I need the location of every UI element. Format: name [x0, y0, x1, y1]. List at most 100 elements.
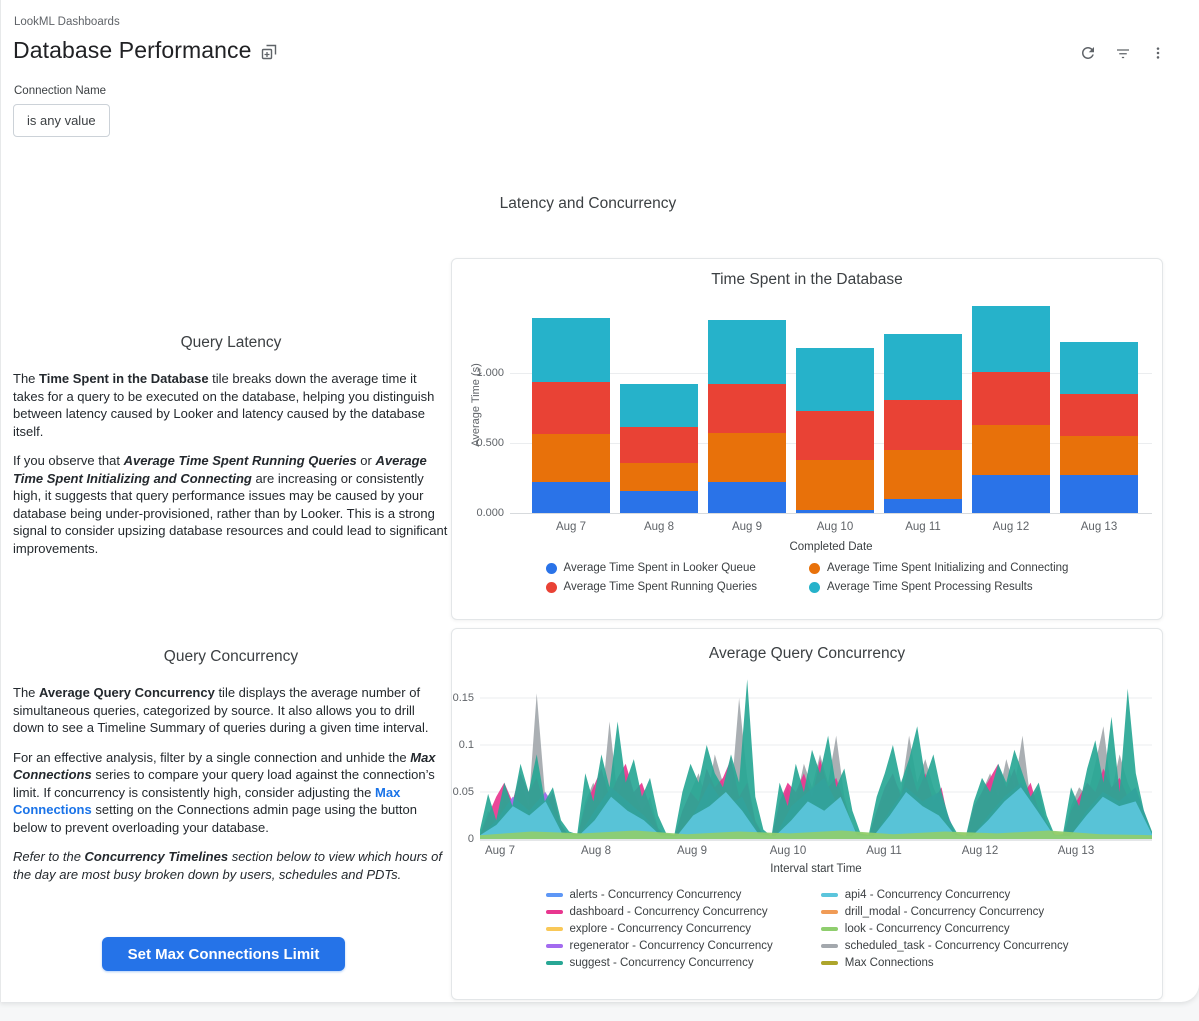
- concurrency-paragraph-3: Refer to the Concurrency Timelines secti…: [13, 848, 449, 883]
- legend-line-icon: [821, 927, 838, 931]
- y-axis-tick: 0.1: [459, 739, 474, 751]
- legend-item-connecting[interactable]: Average Time Spent Initializing and Conn…: [809, 562, 1068, 574]
- breadcrumb[interactable]: LookML Dashboards: [14, 16, 120, 28]
- bar-segment[interactable]: [884, 334, 962, 400]
- legend-line-icon: [821, 893, 838, 897]
- x-axis-tick: Aug 13: [1060, 521, 1138, 533]
- legend-label: Average Time Spent Running Queries: [564, 581, 757, 593]
- x-axis-title: Interval start Time: [480, 863, 1152, 875]
- x-axis-tick: Aug 8: [566, 845, 626, 857]
- bar-aug-9: [708, 320, 786, 513]
- refresh-button[interactable]: [1077, 42, 1099, 64]
- bar-segment[interactable]: [884, 450, 962, 499]
- legend-label: explore - Concurrency Concurrency: [570, 923, 752, 935]
- y-axis-tick: 0.000: [476, 507, 504, 519]
- bar-segment[interactable]: [620, 463, 698, 491]
- bar-segment[interactable]: [708, 433, 786, 482]
- bar-aug-10: [796, 348, 874, 513]
- legend-label: dashboard - Concurrency Concurrency: [570, 906, 768, 918]
- bar-segment[interactable]: [884, 400, 962, 450]
- legend-item-max[interactable]: Max Connections: [821, 957, 1069, 969]
- legend-line-icon: [546, 927, 563, 931]
- x-axis-tick: Aug 10: [796, 521, 874, 533]
- bar-segment[interactable]: [796, 411, 874, 460]
- legend-item-scheduled_task[interactable]: scheduled_task - Concurrency Concurrency: [821, 940, 1069, 952]
- bar-segment[interactable]: [972, 306, 1050, 372]
- page-title: Database Performance: [13, 37, 252, 64]
- latency-paragraph-1: The Time Spent in the Database tile brea…: [13, 370, 449, 440]
- x-axis-tick: Aug 7: [532, 521, 610, 533]
- query-concurrency-heading: Query Concurrency: [13, 648, 449, 666]
- legend-item-alerts[interactable]: alerts - Concurrency Concurrency: [546, 889, 773, 901]
- legend-item-regenerator[interactable]: regenerator - Concurrency Concurrency: [546, 940, 773, 952]
- x-axis-tick: Aug 8: [620, 521, 698, 533]
- bar-segment[interactable]: [1060, 394, 1138, 436]
- legend-label: Max Connections: [845, 957, 934, 969]
- legend-label: api4 - Concurrency Concurrency: [845, 889, 1011, 901]
- concurrency-area-chart[interactable]: [480, 677, 1152, 841]
- connection-name-filter[interactable]: is any value: [13, 104, 110, 137]
- dashboard-page: LookML Dashboards Database Performance: [0, 0, 1199, 1002]
- x-axis-baseline: [510, 513, 1152, 514]
- bar-segment[interactable]: [532, 482, 610, 513]
- legend-label: suggest - Concurrency Concurrency: [570, 957, 754, 969]
- bar-segment[interactable]: [620, 491, 698, 513]
- more-menu-button[interactable]: [1147, 42, 1169, 64]
- bar-segment[interactable]: [796, 510, 874, 513]
- legend-item-queries[interactable]: Average Time Spent Running Queries: [546, 581, 757, 593]
- bar-segment[interactable]: [972, 425, 1050, 475]
- legend-dot-icon: [809, 563, 820, 574]
- legend-item-look[interactable]: look - Concurrency Concurrency: [821, 923, 1069, 935]
- y-axis-tick: 0.05: [453, 786, 474, 798]
- bar-segment[interactable]: [1060, 475, 1138, 513]
- bar-aug-8: [620, 384, 698, 513]
- duplicate-dashboard-icon[interactable]: [260, 43, 278, 61]
- legend-item-api4[interactable]: api4 - Concurrency Concurrency: [821, 889, 1069, 901]
- legend-line-icon: [821, 910, 838, 914]
- filter-toggle-button[interactable]: [1112, 42, 1134, 64]
- legend-line-icon: [821, 944, 838, 948]
- area-chart-legend: alerts - Concurrency Concurrency dashboar…: [452, 889, 1162, 969]
- bar-aug-11: [884, 334, 962, 513]
- filter-icon: [1114, 44, 1132, 62]
- legend-item-queue[interactable]: Average Time Spent in Looker Queue: [546, 562, 757, 574]
- tile-time-spent-in-database: Time Spent in the Database Average Time …: [451, 258, 1163, 620]
- bar-segment[interactable]: [708, 384, 786, 433]
- bar-segment[interactable]: [532, 382, 610, 434]
- bar-segment[interactable]: [620, 384, 698, 427]
- legend-item-dashboard[interactable]: dashboard - Concurrency Concurrency: [546, 906, 773, 918]
- bar-segment[interactable]: [796, 348, 874, 411]
- legend-line-icon: [821, 961, 838, 965]
- legend-label: Average Time Spent Processing Results: [827, 581, 1033, 593]
- x-axis-ticks: Aug 7Aug 8Aug 9Aug 10Aug 11Aug 12Aug 13: [510, 521, 1152, 537]
- query-latency-block: Query Latency The Time Spent in the Data…: [13, 334, 449, 569]
- legend-item-suggest[interactable]: suggest - Concurrency Concurrency: [546, 957, 773, 969]
- concurrency-paragraph-1: The Average Query Concurrency tile displ…: [13, 684, 449, 737]
- set-max-connections-button[interactable]: Set Max Connections Limit: [102, 937, 345, 971]
- bar-segment[interactable]: [532, 434, 610, 482]
- bar-segment[interactable]: [1060, 342, 1138, 394]
- bar-segment[interactable]: [972, 372, 1050, 425]
- bar-segment[interactable]: [1060, 436, 1138, 475]
- bar-segment[interactable]: [708, 482, 786, 513]
- bar-chart-legend: Average Time Spent in Looker Queue Averag…: [452, 562, 1162, 593]
- x-axis-tick: Aug 9: [708, 521, 786, 533]
- legend-item-explore[interactable]: explore - Concurrency Concurrency: [546, 923, 773, 935]
- bar-segment[interactable]: [884, 499, 962, 513]
- bar-segment[interactable]: [972, 475, 1050, 513]
- legend-item-drill_modal[interactable]: drill_modal - Concurrency Concurrency: [821, 906, 1069, 918]
- bar-plot[interactable]: [510, 302, 1152, 514]
- latency-paragraph-2: If you observe that Average Time Spent R…: [13, 452, 449, 557]
- legend-dot-icon: [546, 563, 557, 574]
- bar-segment[interactable]: [708, 320, 786, 384]
- y-axis-tick: 0: [468, 833, 474, 845]
- refresh-icon: [1079, 44, 1097, 62]
- legend-item-results[interactable]: Average Time Spent Processing Results: [809, 581, 1068, 593]
- y-axis-tick: 0.15: [453, 692, 474, 704]
- bar-segment[interactable]: [620, 427, 698, 463]
- bar-segment[interactable]: [532, 318, 610, 382]
- bar-segment[interactable]: [796, 460, 874, 510]
- x-axis-tick: Aug 13: [1046, 845, 1106, 857]
- legend-line-icon: [546, 910, 563, 914]
- legend-label: drill_modal - Concurrency Concurrency: [845, 906, 1044, 918]
